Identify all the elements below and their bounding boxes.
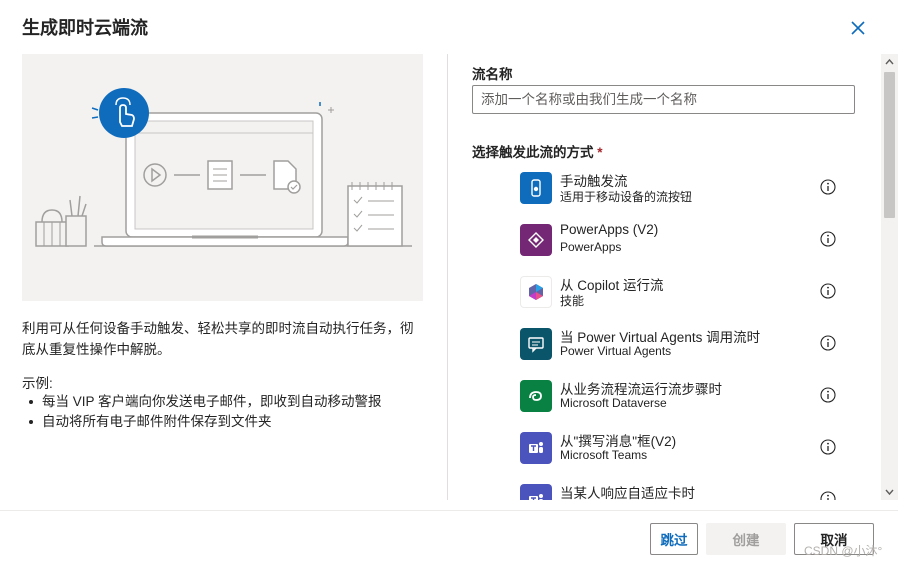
trigger-subtitle: PowerApps — [560, 240, 622, 254]
trigger-name: 当 Power Virtual Agents 调用流时 — [560, 330, 761, 345]
plant-pot-icon — [35, 209, 69, 247]
trigger-name: 当某人响应自适应卡时 — [560, 486, 695, 500]
power-virtual-agents-icon — [520, 328, 552, 360]
scroll-down-icon[interactable] — [881, 484, 898, 500]
info-icon[interactable] — [820, 439, 836, 455]
powerapps-icon — [520, 224, 552, 256]
pencil-cup-icon — [65, 195, 87, 247]
panel-divider — [447, 54, 448, 500]
info-icon[interactable] — [820, 335, 836, 351]
form-panel: 流名称 选择触发此流的方式 * 手动触发流 适用于移动设备的流按钮 PowerA… — [449, 54, 879, 500]
info-icon[interactable] — [820, 387, 836, 403]
trigger-name: 手动触发流 — [560, 174, 628, 189]
watermark: CSDN @小沐° — [804, 544, 883, 558]
skip-button[interactable]: 跳过 — [650, 523, 698, 555]
trigger-subtitle: Microsoft Teams — [560, 448, 648, 462]
trigger-option-powerapps[interactable]: PowerApps (V2) PowerApps — [520, 222, 840, 262]
dialog-title: 生成即时云端流 — [22, 18, 148, 38]
trigger-name: PowerApps (V2) — [560, 222, 659, 237]
touch-badge-icon — [91, 88, 149, 138]
trigger-name: 从 Copilot 运行流 — [560, 278, 664, 293]
info-icon[interactable] — [820, 491, 836, 500]
copilot-icon — [520, 276, 552, 308]
description: 利用可从任何设备手动触发、轻松共享的即时流自动执行任务，彻底从重复性操作中解脱。 — [22, 321, 414, 357]
footer-divider — [0, 510, 898, 511]
create-button[interactable]: 创建 — [706, 523, 786, 555]
trigger-label: 选择触发此流的方式 * — [472, 145, 603, 160]
trigger-name: 从业务流程流运行流步骤时 — [560, 382, 722, 397]
flow-name-input[interactable] — [472, 85, 855, 114]
trigger-option-copilot[interactable]: 从 Copilot 运行流 技能 — [520, 274, 840, 314]
teams-icon — [520, 432, 552, 464]
touch-button-icon — [520, 172, 552, 204]
checklist-icon — [347, 182, 403, 247]
trigger-subtitle: 技能 — [560, 294, 585, 308]
trigger-name: 从"撰写消息"框(V2) — [560, 434, 677, 449]
info-icon[interactable] — [820, 231, 836, 247]
required-mark: * — [597, 145, 603, 160]
trigger-subtitle: 适用于移动设备的流按钮 — [560, 190, 693, 204]
teams-icon — [520, 484, 552, 500]
dataverse-icon — [520, 380, 552, 412]
illustration — [22, 54, 423, 301]
scroll-up-icon[interactable] — [881, 54, 898, 70]
scrollbar-thumb[interactable] — [884, 72, 895, 218]
trigger-option-manual[interactable]: 手动触发流 适用于移动设备的流按钮 — [520, 170, 840, 210]
example-item: 自动将所有电子邮件附件保存到文件夹 — [22, 412, 382, 432]
info-icon[interactable] — [820, 179, 836, 195]
examples-list: 每当 VIP 客户端向你发送电子邮件，即收到自动移动警报 自动将所有电子邮件附件… — [22, 392, 382, 432]
example-item: 每当 VIP 客户端向你发送电子邮件，即收到自动移动警报 — [22, 392, 382, 412]
flow-name-label: 流名称 — [472, 67, 513, 82]
trigger-option-teams-compose[interactable]: 从"撰写消息"框(V2) Microsoft Teams — [520, 430, 840, 470]
trigger-subtitle: Power Virtual Agents — [560, 344, 672, 358]
trigger-option-teams-adaptive-card[interactable]: 当某人响应自适应卡时 — [520, 482, 840, 500]
trigger-option-dataverse[interactable]: 从业务流程流运行流步骤时 Microsoft Dataverse — [520, 378, 840, 418]
trigger-subtitle: Microsoft Dataverse — [560, 396, 667, 410]
info-icon[interactable] — [820, 283, 836, 299]
examples-title: 示例: — [22, 376, 53, 391]
close-icon[interactable] — [848, 18, 868, 38]
trigger-option-pva[interactable]: 当 Power Virtual Agents 调用流时 Power Virtua… — [520, 326, 840, 366]
scrollbar[interactable] — [881, 54, 898, 500]
